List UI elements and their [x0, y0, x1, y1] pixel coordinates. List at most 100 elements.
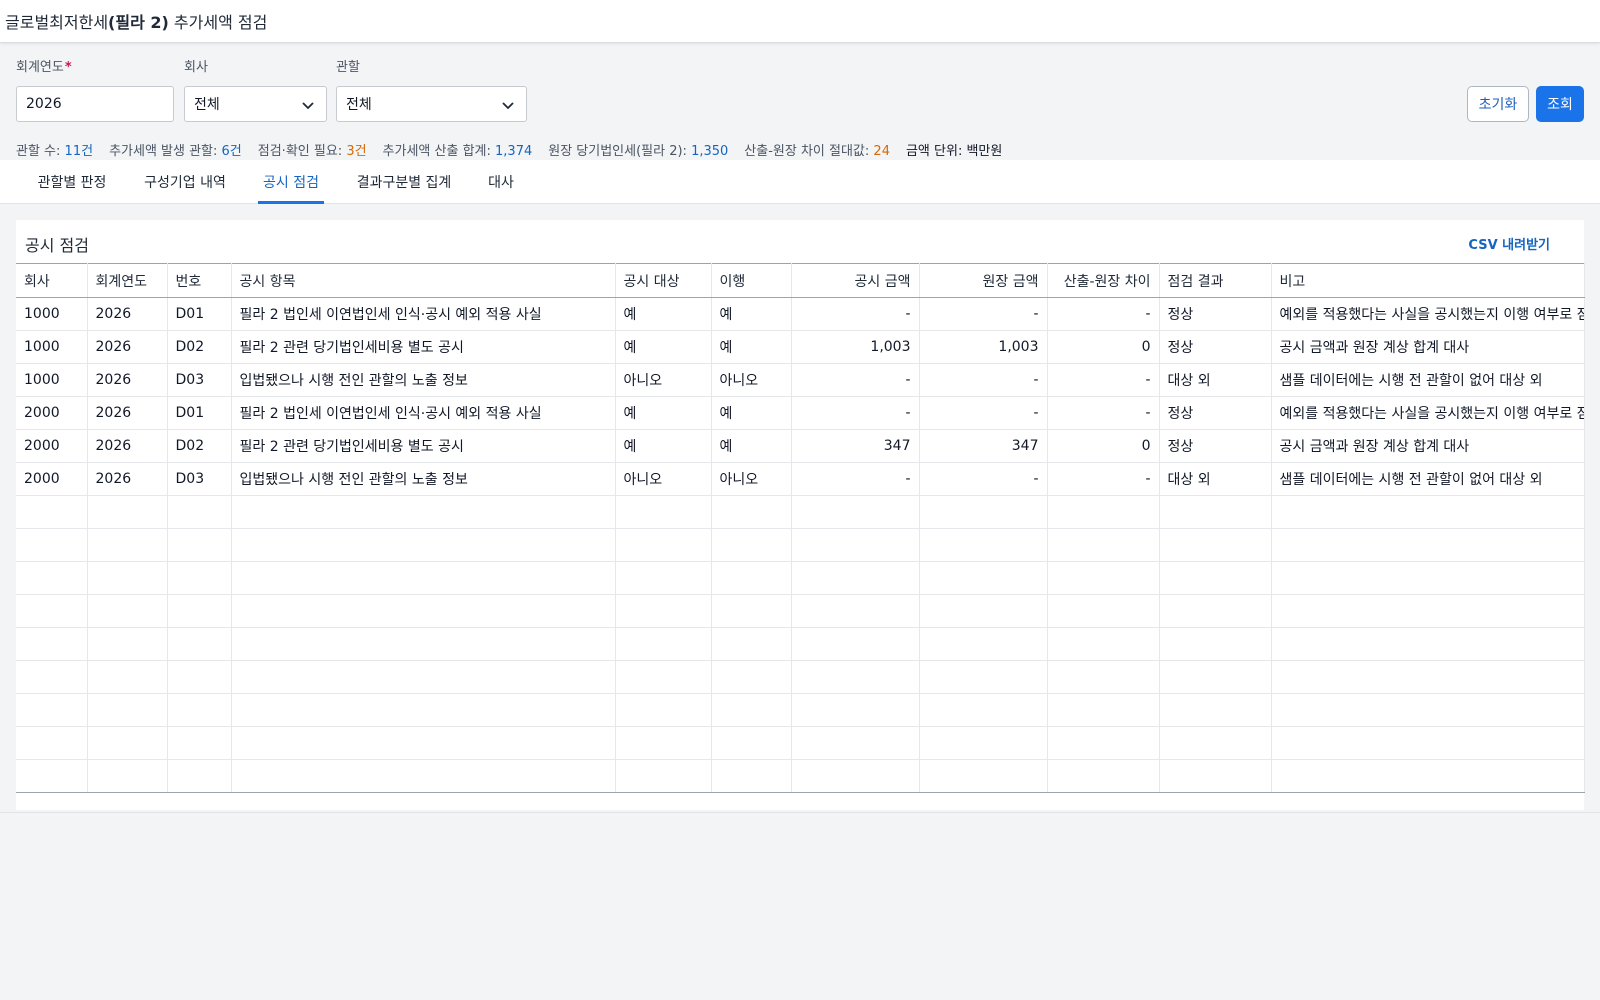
table-cell: [1047, 627, 1160, 661]
table-cell: [16, 726, 88, 760]
table-cell: [615, 660, 712, 694]
year-input[interactable]: 2026: [16, 86, 174, 122]
tab-bar: 관할별 판정 구성기업 내역 공시 점검 결과구분별 집계 대사: [0, 160, 1600, 204]
empty-table-row: [16, 660, 1585, 694]
table-cell: 아니오: [711, 363, 792, 397]
table-cell: [1271, 759, 1585, 793]
table-cell: [167, 528, 232, 562]
table-cell: 아니오: [615, 462, 712, 496]
table-cell: [1047, 495, 1160, 529]
table-cell: 필라 2 관련 당기법인세비용 별도 공시: [231, 429, 616, 463]
table-cell: [231, 693, 616, 727]
table-cell: [231, 495, 616, 529]
table-cell: 2000: [16, 429, 88, 463]
table-cell: [711, 726, 792, 760]
table-row[interactable]: 1000 2026 D01 필라 2 법인세 이연법인세 인식·공시 예외 적용 사실…: [16, 297, 1585, 331]
table-cell: 예: [711, 297, 792, 331]
table-cell: [231, 759, 616, 793]
table-cell: -: [919, 297, 1048, 331]
table-cell: [1047, 528, 1160, 562]
column-header[interactable]: 산출-원장 차이: [1047, 263, 1160, 298]
chevron-down-icon: [302, 102, 314, 110]
page-title: 글로벌최저한세(필라 2) 추가세액 점검: [5, 13, 268, 32]
csv-download-link[interactable]: CSV 내려받기: [1468, 234, 1550, 253]
table-cell: [791, 759, 920, 793]
jurisdiction-select-value: 전체: [346, 97, 372, 113]
table-cell: [711, 627, 792, 661]
empty-table-row: [16, 594, 1585, 628]
table-row[interactable]: 1000 2026 D03 입법됐으나 시행 전인 관할의 노출 정보 아니오 아니오 - -…: [16, 363, 1585, 397]
table-cell: [711, 660, 792, 694]
table-cell: [919, 660, 1048, 694]
disclosure-table: 회사 회계연도 번호 공시 항목 공시 대상 이행 공시 금액 원장 금액 산출…: [16, 263, 1585, 793]
table-cell: 예: [711, 429, 792, 463]
table-cell: 아니오: [615, 363, 712, 397]
company-select[interactable]: 전체: [184, 86, 327, 122]
table-cell: D01: [167, 297, 232, 331]
column-header[interactable]: 원장 금액: [919, 263, 1048, 298]
table-header-row: 회사 회계연도 번호 공시 항목 공시 대상 이행 공시 금액 원장 금액 산출…: [16, 263, 1585, 298]
tab-disclosure-check[interactable]: 공시 점검: [258, 160, 324, 204]
table-cell: [1047, 759, 1160, 793]
table-cell: 필라 2 법인세 이연법인세 인식·공시 예외 적용 사실: [231, 297, 616, 331]
tab-constituent-entities[interactable]: 구성기업 내역: [130, 160, 240, 204]
table-cell: 1,003: [791, 330, 920, 364]
table-cell: [87, 660, 168, 694]
table-cell: [1047, 693, 1160, 727]
jurisdiction-select[interactable]: 전체: [336, 86, 527, 122]
table-cell: 대상 외: [1159, 462, 1272, 496]
table-row[interactable]: 2000 2026 D01 필라 2 법인세 이연법인세 인식·공시 예외 적용 사실…: [16, 396, 1585, 430]
table-cell: [167, 495, 232, 529]
table-cell: 2000: [16, 462, 88, 496]
column-header[interactable]: 회계연도: [87, 263, 168, 298]
table-cell: [791, 660, 920, 694]
table-cell: 예외를 적용했다는 사실을 공시했는지 이행 여부로 점검: [1271, 396, 1585, 430]
column-header[interactable]: 이행: [711, 263, 792, 298]
table-cell: [791, 594, 920, 628]
table-cell: [615, 528, 712, 562]
table-cell: [1047, 594, 1160, 628]
table-row[interactable]: 2000 2026 D02 필라 2 관련 당기법인세비용 별도 공시 예 예 347 347…: [16, 429, 1585, 463]
table-cell: [87, 495, 168, 529]
tab-result-summary[interactable]: 결과구분별 집계: [345, 160, 463, 204]
column-header[interactable]: 공시 대상: [615, 263, 712, 298]
table-cell: 아니오: [711, 462, 792, 496]
table-cell: [791, 561, 920, 595]
column-header[interactable]: 회사: [16, 263, 88, 298]
summary-jurisdiction-count: 관할 수: 11건: [16, 144, 94, 159]
table-cell: [231, 561, 616, 595]
empty-table-row: [16, 693, 1585, 727]
table-cell: 예: [615, 429, 712, 463]
table-cell: [919, 627, 1048, 661]
tab-jurisdiction-judgment[interactable]: 관할별 판정: [22, 160, 122, 204]
table-cell: -: [791, 462, 920, 496]
table-cell: [1159, 594, 1272, 628]
reset-button[interactable]: 초기화: [1467, 86, 1529, 122]
table-cell: [1271, 594, 1585, 628]
year-field: 회계연도* 2026: [16, 58, 174, 122]
table-cell: [1159, 726, 1272, 760]
summary-topup-jurisdictions: 추가세액 발생 관할: 6건: [109, 144, 242, 159]
table-cell: 347: [791, 429, 920, 463]
table-row[interactable]: 2000 2026 D03 입법됐으나 시행 전인 관할의 노출 정보 아니오 아니오 - -…: [16, 462, 1585, 496]
table-cell: 예: [615, 330, 712, 364]
column-header[interactable]: 점검 결과: [1159, 263, 1272, 298]
column-header[interactable]: 공시 금액: [791, 263, 920, 298]
table-cell: D03: [167, 462, 232, 496]
table-cell: -: [791, 363, 920, 397]
table-cell: [231, 528, 616, 562]
column-header[interactable]: 비고: [1271, 263, 1585, 298]
table-cell: [16, 693, 88, 727]
table-cell: [791, 528, 920, 562]
column-header[interactable]: 공시 항목: [231, 263, 616, 298]
table-row[interactable]: 1000 2026 D02 필라 2 관련 당기법인세비용 별도 공시 예 예 1,003 1…: [16, 330, 1585, 364]
table-cell: [231, 660, 616, 694]
table-cell: 필라 2 관련 당기법인세비용 별도 공시: [231, 330, 616, 364]
tab-reconciliation[interactable]: 대사: [481, 160, 521, 204]
table-cell: [791, 495, 920, 529]
table-cell: 정상: [1159, 297, 1272, 331]
search-button[interactable]: 조회: [1536, 86, 1584, 122]
table-cell: [615, 594, 712, 628]
company-label: 회사: [184, 60, 208, 75]
column-header[interactable]: 번호: [167, 263, 232, 298]
